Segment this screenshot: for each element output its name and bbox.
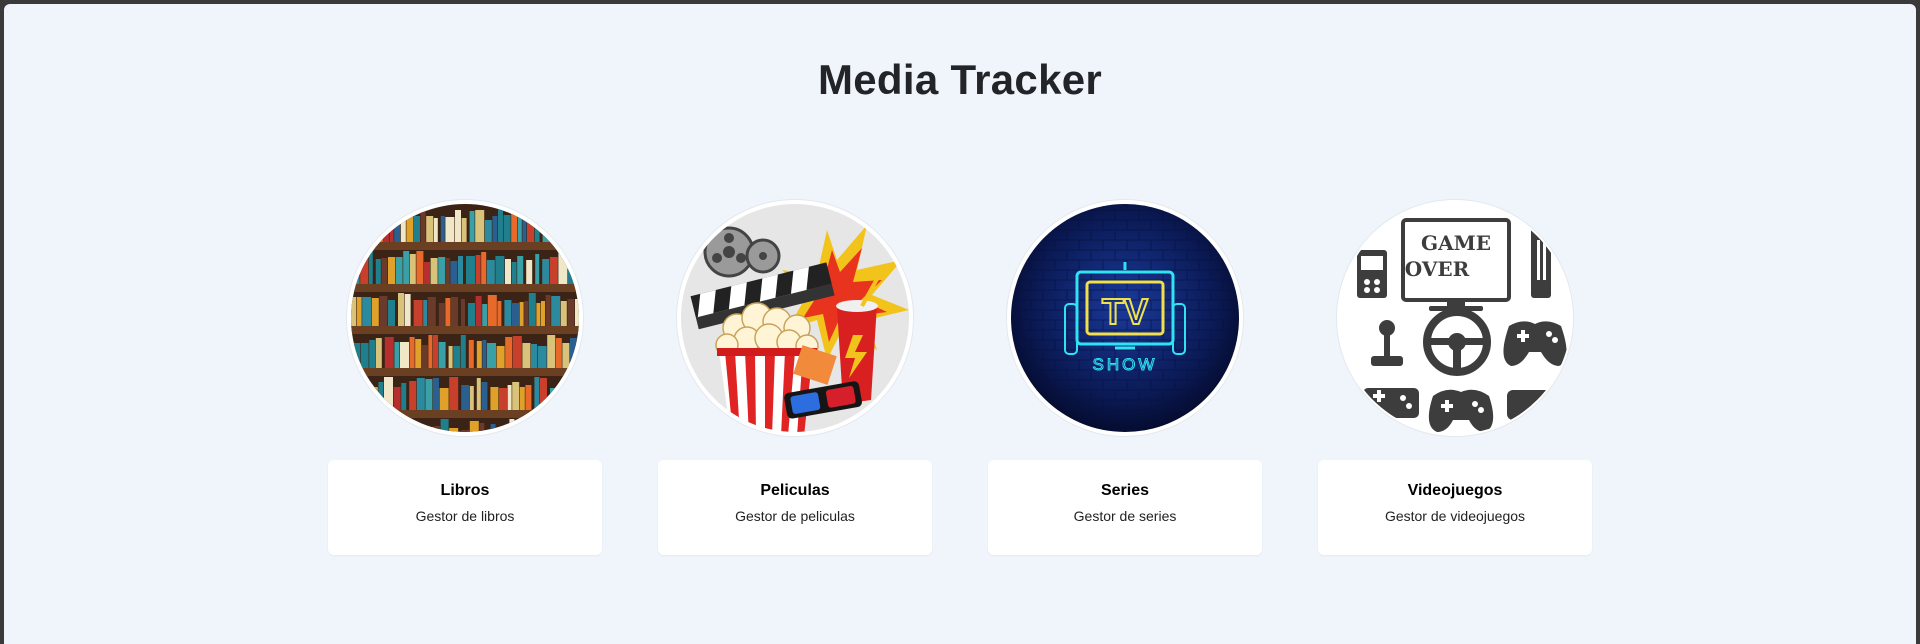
card-title: Libros	[440, 482, 490, 499]
card-peliculas[interactable]: Peliculas Gestor de peliculas	[658, 200, 932, 560]
card-videojuegos[interactable]: GAME OVER Videojuegos Gestor de videojue…	[1318, 200, 1592, 560]
card-title: Peliculas	[760, 482, 830, 499]
media-cards: Libros Gestor de libros Peliculas Gestor…	[4, 200, 1916, 560]
page-title: Media Tracker	[817, 56, 1103, 103]
card-libros[interactable]: Libros Gestor de libros	[328, 200, 602, 560]
bookshelf-icon[interactable]	[347, 200, 583, 436]
show-text: SHOW	[1093, 355, 1158, 374]
game-text: GAME	[1421, 231, 1491, 255]
card-body: Libros Gestor de libros	[328, 460, 602, 555]
card-body: Videojuegos Gestor de videojuegos	[1318, 460, 1592, 555]
tv-text: TV	[1102, 291, 1148, 332]
game-over-icon[interactable]: GAME OVER	[1337, 200, 1573, 436]
cinema-popcorn-icon[interactable]	[677, 200, 913, 436]
tv-show-neon-icon[interactable]: TV SHOW	[1007, 200, 1243, 436]
card-title: Videojuegos	[1407, 482, 1503, 499]
card-body: Series Gestor de series	[988, 460, 1262, 555]
card-description: Gestor de videojuegos	[1384, 508, 1526, 524]
over-text: OVER	[1405, 257, 1470, 281]
card-description: Gestor de libros	[415, 508, 515, 524]
card-series[interactable]: TV SHOW Series Gestor de series	[988, 200, 1262, 560]
app-window: Media Tracker Libros Gestor de libros Pe…	[4, 4, 1916, 644]
card-body: Peliculas Gestor de peliculas	[658, 460, 932, 555]
card-description: Gestor de peliculas	[735, 508, 855, 524]
card-description: Gestor de series	[1073, 508, 1177, 524]
card-title: Series	[1100, 482, 1150, 499]
